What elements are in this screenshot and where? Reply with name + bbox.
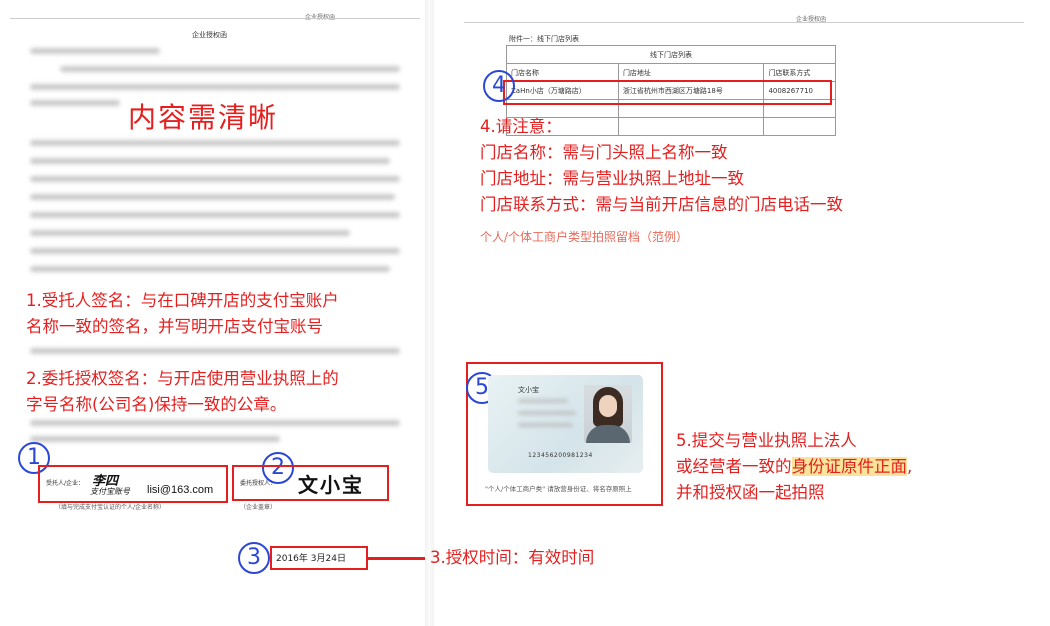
table-header: 门店地址 [617, 63, 765, 82]
page-gutter [425, 0, 434, 626]
note-2: 2.委托授权签名：与开店使用营业执照上的 字号名称(公司名)保持一致的公章。 [26, 366, 339, 418]
note-5-line-2: 或经营者一致的身份证原件正面, [676, 457, 913, 476]
note-5-line-1: 5.提交与营业执照上法人 [676, 431, 857, 450]
signing-date: 2016年 3月24日 [276, 554, 347, 564]
marker-3: 3 [238, 542, 270, 574]
note-4-line-3: 门店联系方式：需与当前开店信息的门店电话一致 [480, 195, 843, 214]
principal-caption: （企业盖章） [240, 504, 277, 511]
trustee-label: 受托人/企业： [46, 480, 85, 487]
id-card-caption: "个人/个体工商户类" 请放营身份证、将名存原照上 [485, 485, 632, 493]
left-page: 企业授权函 企业授权函 内容需清晰 1.受托人签名：与在口碑开店的支付宝账户 名… [0, 0, 428, 626]
header-rule [10, 18, 420, 19]
header-rule-right [464, 22, 1024, 23]
note-2-line-1: 2.委托授权签名：与开店使用营业执照上的 [26, 369, 339, 388]
table-title: 线下门店列表 [506, 45, 836, 64]
id-card-image: 文小宝 123456200981234 [488, 375, 643, 473]
annex-title: 附件一：线下门店列表 [509, 35, 579, 43]
principal-label: 委托授权人： [240, 480, 277, 487]
note-4-subcaption: 个人/个体工商户类型拍照留档（范例） [480, 230, 689, 244]
note-4-title: 4.请注意： [480, 117, 562, 136]
doc-title: 企业授权函 [192, 31, 227, 39]
note-1-line-2: 名称一致的签名，并写明开店支付宝账号 [26, 317, 323, 336]
table-header: 门店名称 [506, 63, 619, 82]
alipay-account-label: 支付宝账号 [90, 487, 130, 496]
note-2-line-2: 字号名称(公司名)保持一致的公章。 [26, 395, 287, 414]
marker-4: 4 [483, 70, 515, 102]
table-header: 门店联系方式 [763, 63, 836, 82]
note-4-line-1: 门店名称：需与门头照上名称一致 [480, 143, 728, 162]
id-photo [584, 385, 632, 443]
left-header: 企业授权函 [305, 12, 335, 21]
table-header-row: 门店名称 门店地址 门店联系方式 [506, 63, 836, 82]
note-1-line-1: 1.受托人签名：与在口碑开店的支付宝账户 [26, 291, 339, 310]
note-5: 5.提交与营业执照上法人 或经营者一致的身份证原件正面, 并和授权函一起拍照 [676, 428, 912, 506]
principal-stamp-name: 文小宝 [298, 473, 364, 497]
store-row-box [503, 80, 832, 105]
note-4-line-2: 门店地址：需与营业执照上地址一致 [480, 169, 744, 188]
note-1: 1.受托人签名：与在口碑开店的支付宝账户 名称一致的签名，并写明开店支付宝账号 [26, 288, 339, 340]
id-card-name: 文小宝 [518, 386, 539, 394]
id-card-number: 123456200981234 [528, 452, 593, 459]
note-5-line-3: 并和授权函一起拍照 [676, 483, 825, 502]
trustee-caption: （填与完成支付宝认证的个人/企业名称） [55, 504, 166, 511]
note-4: 4.请注意： 门店名称：需与门头照上名称一致 门店地址：需与营业执照上地址一致 … [480, 114, 843, 218]
date-connector [366, 557, 428, 560]
clarity-note: 内容需清晰 [128, 101, 279, 134]
highlight-id-original: 身份证原件正面 [791, 457, 907, 476]
trustee-email: lisi@163.com [147, 484, 214, 496]
